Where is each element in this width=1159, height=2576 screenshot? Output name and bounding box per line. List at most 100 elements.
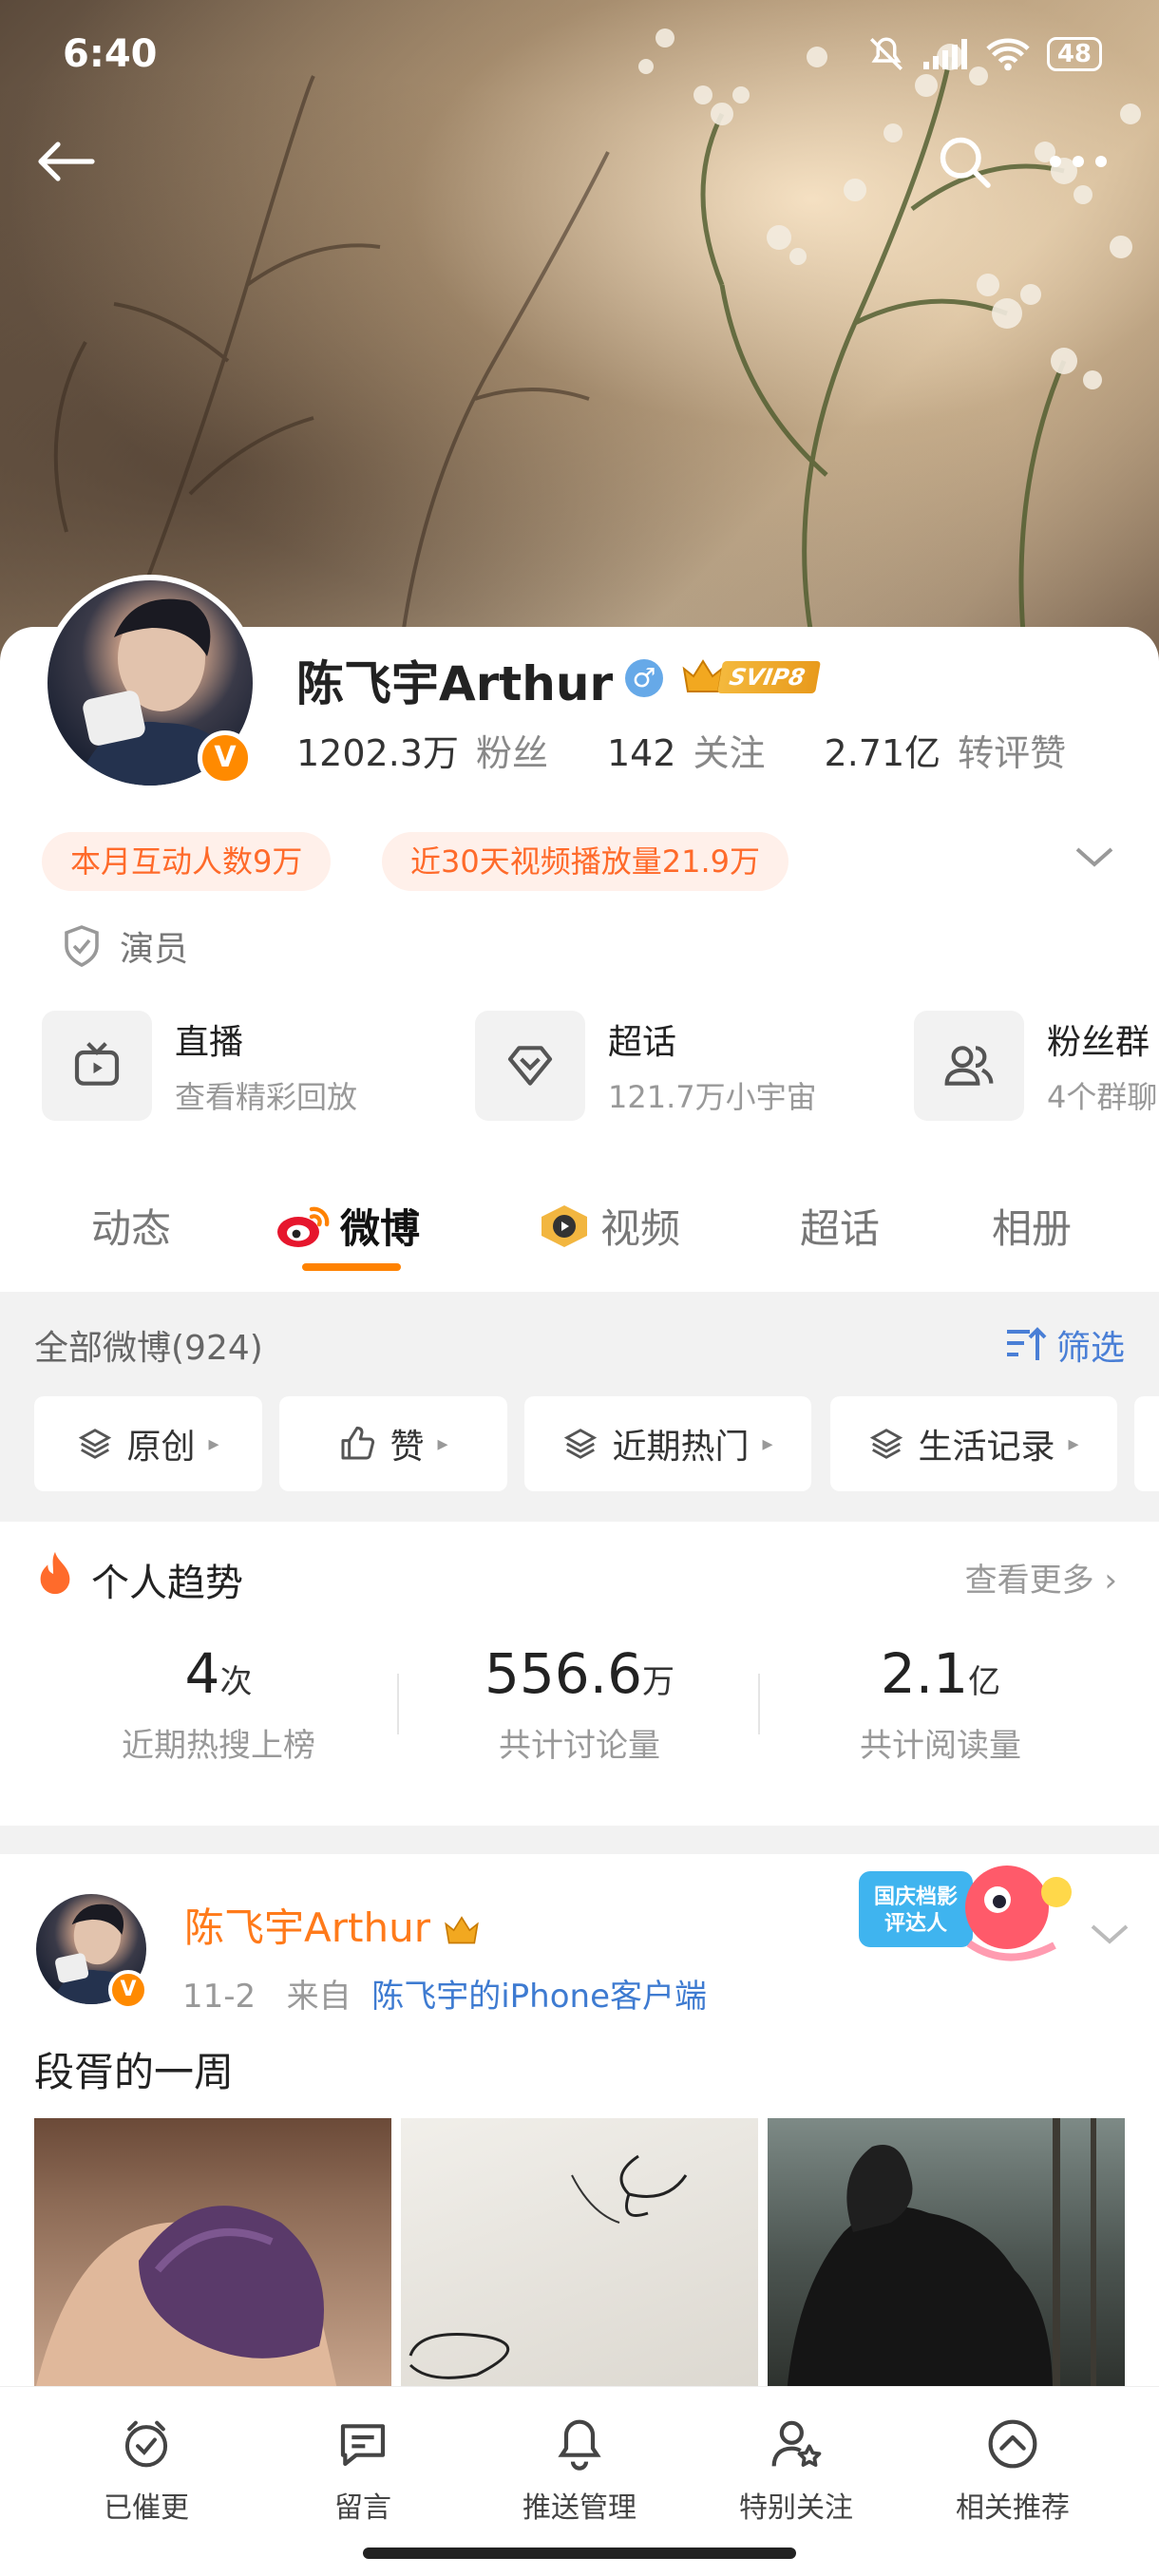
chip-original[interactable]: 原创 ▸ (34, 1396, 262, 1491)
thumbs-up-icon (341, 1426, 375, 1460)
recommend-icon (988, 2419, 1037, 2469)
filter-label: 筛选 (1055, 1329, 1125, 1368)
feature-subtitle: 121.7万小宇宙 (608, 1079, 817, 1115)
profile-avatar[interactable]: V (42, 575, 258, 791)
author-name-text: 陈飞宇Arthur (184, 1904, 430, 1951)
bottom-label: 相关推荐 (956, 2491, 1070, 2525)
more-button[interactable] (1036, 119, 1121, 204)
fire-icon (40, 1551, 70, 1595)
post-image[interactable] (768, 2118, 1125, 2394)
more-dots-icon (1050, 156, 1107, 167)
metric-label: 近期热搜上榜 (122, 1727, 315, 1765)
bottom-label: 推送管理 (522, 2491, 636, 2525)
verified-badge: V (198, 730, 253, 786)
metric-discussion: 556.6万 共计讨论量 (399, 1641, 760, 1766)
message-icon (340, 2424, 386, 2467)
special-follow-icon (771, 2420, 822, 2468)
diamond-icon (475, 1011, 585, 1121)
active-tab-indicator (302, 1263, 401, 1271)
metric-hot-search: 4次 近期热搜上榜 (38, 1641, 399, 1766)
metric-unit: 万 (642, 1663, 675, 1701)
stat-followers[interactable]: 1202.3万 粉丝 (296, 724, 548, 776)
home-indicator[interactable] (363, 2548, 796, 2559)
weibo-post[interactable]: V 陈飞宇Arthur 11-2 来自 陈飞宇的iPhone客户端 国庆档影评达… (0, 1854, 1159, 2394)
expand-profile-button[interactable] (1074, 843, 1115, 874)
feature-title: 直播 (175, 1023, 244, 1062)
search-icon (940, 137, 991, 188)
bottom-reminded-button[interactable]: 已催更 (51, 2415, 241, 2526)
chip-label: 生活记录 (918, 1428, 1055, 1467)
bottom-label: 特别关注 (739, 2491, 853, 2525)
view-more-label: 查看更多 (964, 1562, 1094, 1600)
tab-label: 微博 (340, 1205, 421, 1252)
feature-supertopic[interactable]: 超话 121.7万小宇宙 (475, 1011, 817, 1121)
chip-life-record[interactable]: 生活记录 ▸ (830, 1396, 1117, 1491)
tab-weibo[interactable]: 微博 (276, 1197, 420, 1255)
bottom-push-settings-button[interactable]: 推送管理 (484, 2415, 674, 2526)
status-icons: 48 (866, 34, 1102, 74)
svip-label: SVIP8 (717, 661, 822, 693)
metric-value: 2.1 (880, 1641, 969, 1706)
chip-liked[interactable]: 赞 ▸ (279, 1396, 507, 1491)
layers-icon (79, 1429, 112, 1459)
bottom-label: 已催更 (104, 2491, 189, 2525)
post-image[interactable] (34, 2118, 391, 2394)
stat-reposts-likes[interactable]: 2.71亿 转评赞 (825, 724, 1067, 776)
post-author-name[interactable]: 陈飞宇Arthur (184, 1896, 481, 1954)
stat-label: 转评赞 (958, 732, 1067, 774)
tag-monthly-interactions[interactable]: 本月互动人数9万 (42, 832, 332, 891)
post-source-link[interactable]: 陈飞宇的iPhone客户端 (371, 1978, 707, 2016)
tab-supertopic[interactable]: 超话 (800, 1197, 880, 1255)
video-badge-icon (542, 1204, 587, 1247)
feature-live[interactable]: 直播 查看精彩回放 (42, 1011, 357, 1121)
metric-label: 共计讨论量 (499, 1727, 660, 1765)
profile-stats: 1202.3万 粉丝 142 关注 2.71亿 转评赞 (296, 724, 1125, 776)
post-from-label: 来自 (286, 1978, 352, 2016)
post-image[interactable] (401, 2118, 758, 2394)
national-day-sticker: 国庆档影评达人 (855, 1858, 1083, 1972)
back-arrow-icon (38, 142, 95, 181)
search-button[interactable] (922, 119, 1007, 204)
tag-video-plays[interactable]: 近30天视频播放量21.9万 (382, 832, 788, 891)
svip-badge[interactable]: SVIP8 (680, 657, 822, 697)
tab-album[interactable]: 相册 (992, 1197, 1072, 1255)
bottom-related-button[interactable]: 相关推荐 (918, 2415, 1108, 2526)
feature-fan-group[interactable]: 粉丝群 4个群聊 (914, 1011, 1157, 1121)
tv-icon (42, 1011, 152, 1121)
metric-value: 4 (184, 1641, 220, 1706)
feature-subtitle: 查看精彩回放 (175, 1079, 358, 1115)
post-text: 段胥的一周 (34, 2049, 235, 2095)
status-bar: 6:40 48 (0, 0, 1159, 114)
tab-feed[interactable]: 动态 (91, 1197, 171, 1255)
bottom-special-follow-button[interactable]: 特别关注 (701, 2415, 891, 2526)
sticker-text: 国庆档影评达人 (873, 1885, 958, 1936)
post-menu-button[interactable] (1089, 1921, 1130, 1951)
weibo-filter-section: 全部微博(924) 筛选 原创 ▸ 赞 ▸ 近期热门 ▸ 生活记录 ▸ (0, 1292, 1159, 1522)
gender-male-icon: ♂ (625, 659, 663, 697)
back-button[interactable] (23, 119, 108, 204)
tab-label: 相册 (992, 1205, 1073, 1252)
reminded-icon (124, 2420, 168, 2468)
profile-tabs: 动态 微博 视频 超话 相册 (0, 1178, 1159, 1292)
bottom-message-button[interactable]: 留言 (268, 2415, 458, 2526)
stat-following[interactable]: 142 关注 (607, 724, 766, 776)
profile-name: 陈飞宇Arthur (296, 656, 614, 711)
signal-icon (922, 39, 967, 69)
tab-label: 超话 (800, 1205, 881, 1252)
chip-overflow[interactable] (1134, 1396, 1159, 1491)
layers-icon (870, 1429, 903, 1459)
chip-recent-hot[interactable]: 近期热门 ▸ (524, 1396, 811, 1491)
wifi-icon (986, 38, 1030, 71)
post-meta: 11-2 来自 陈飞宇的iPhone客户端 (182, 1970, 707, 2017)
tab-video[interactable]: 视频 (538, 1197, 680, 1255)
stat-label: 粉丝 (475, 732, 548, 774)
stat-label: 关注 (693, 732, 766, 774)
shield-icon (65, 925, 99, 968)
feature-title: 粉丝群 (1047, 1023, 1150, 1062)
personal-trend-section: 个人趋势 查看更多 › 4次 近期热搜上榜 556.6万 共计讨论量 2.1亿 … (0, 1522, 1159, 1826)
filter-button[interactable]: 筛选 (1005, 1320, 1125, 1370)
chip-arrow-icon: ▸ (1068, 1431, 1079, 1456)
status-time: 6:40 (63, 32, 158, 76)
trend-view-more[interactable]: 查看更多 › (965, 1554, 1117, 1601)
metric-value: 556.6 (484, 1641, 643, 1706)
